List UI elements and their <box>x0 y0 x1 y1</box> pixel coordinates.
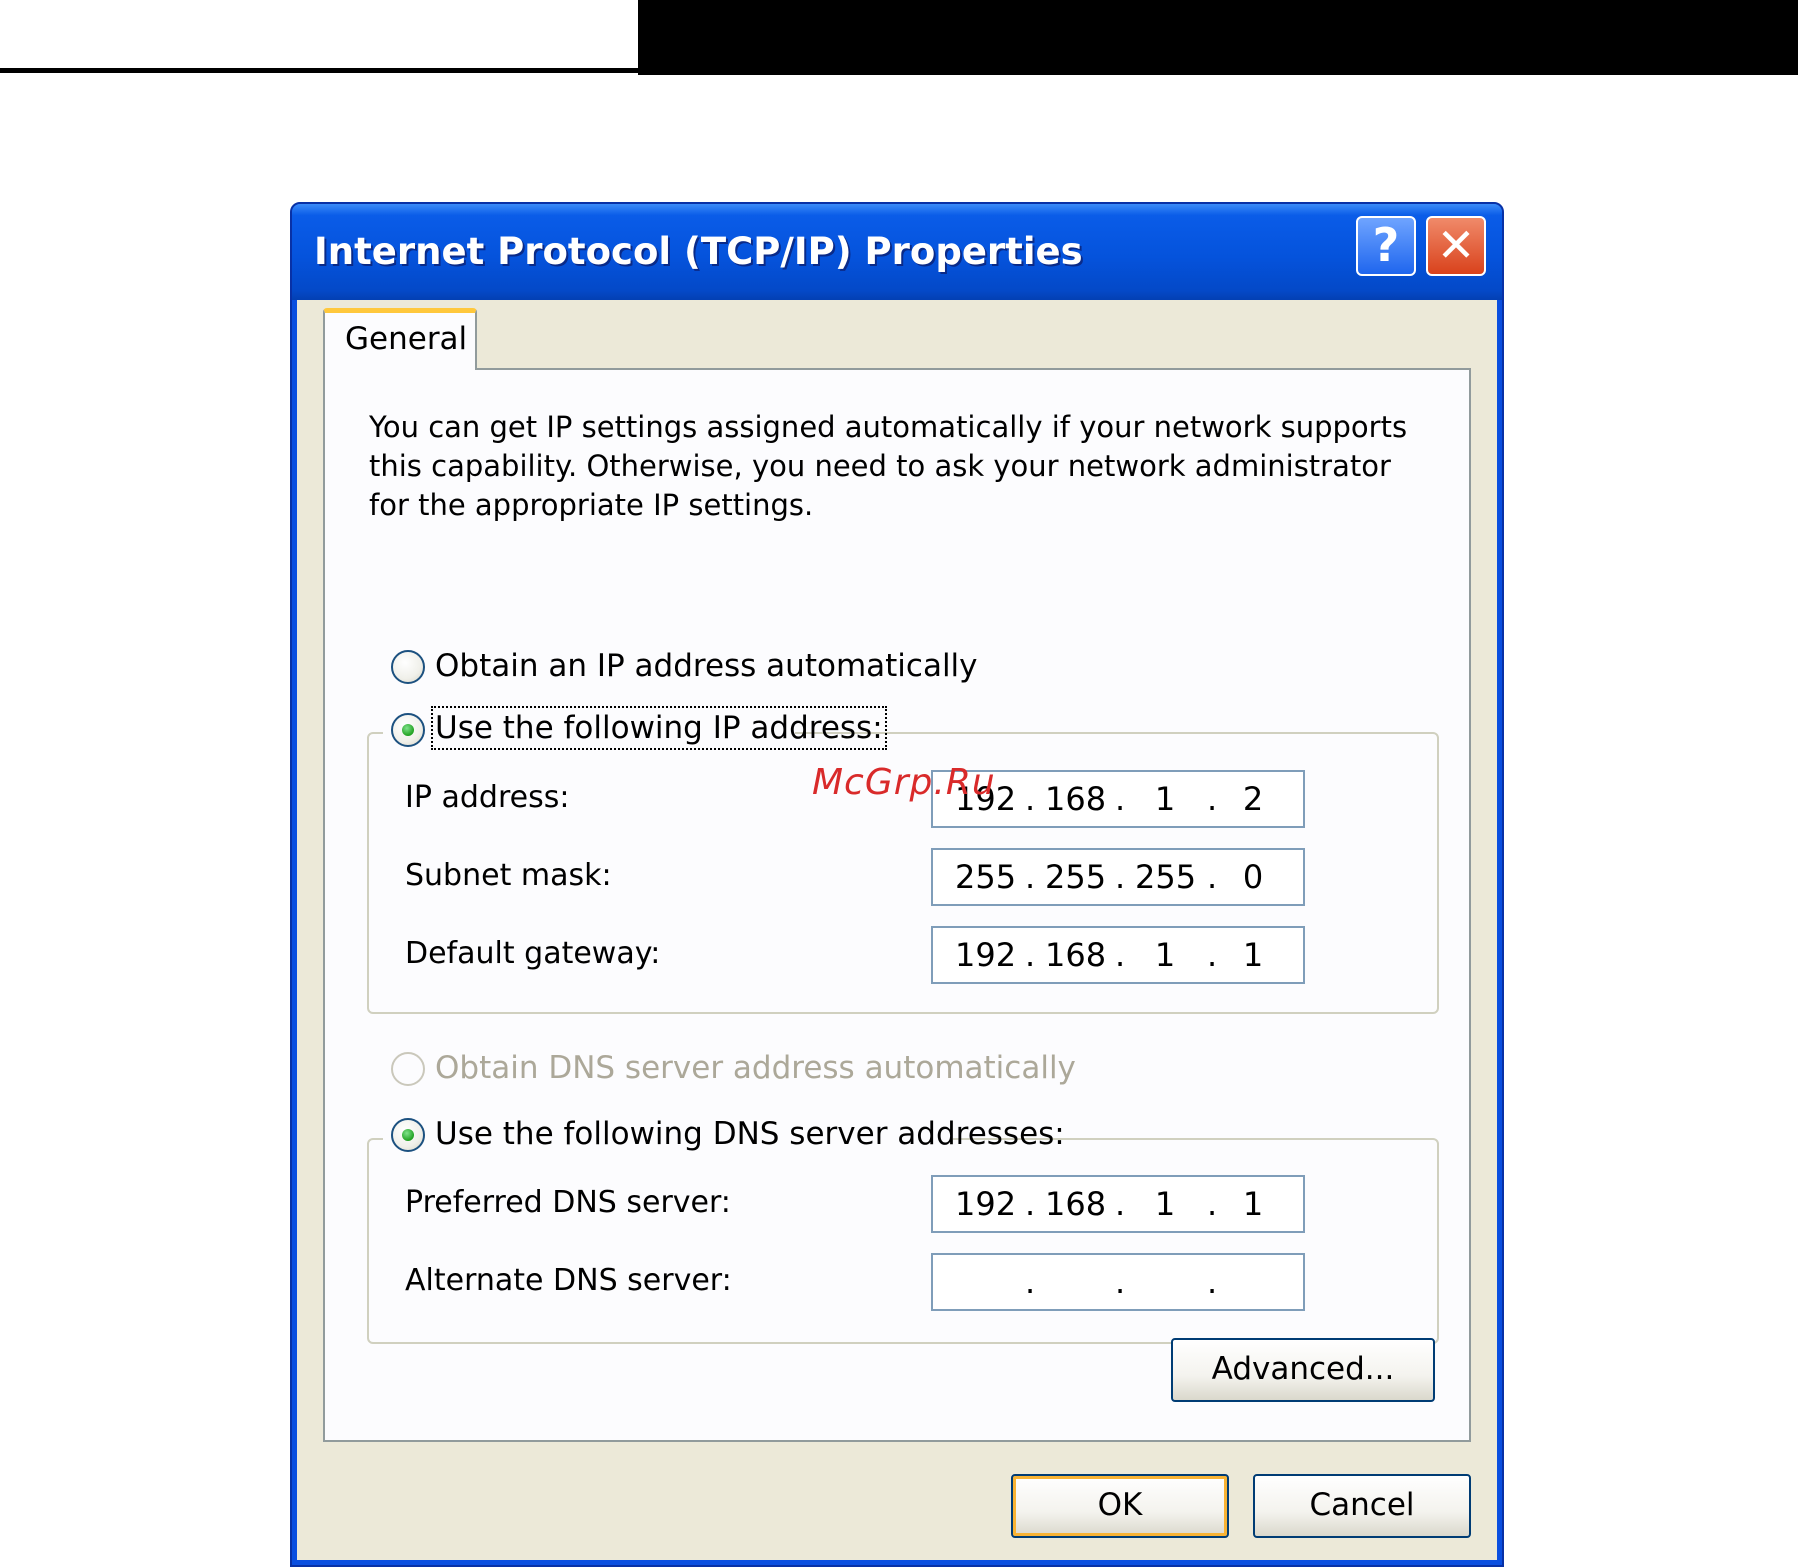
use-following-ip-radio[interactable] <box>391 713 425 747</box>
octet-dot: . <box>1115 858 1126 896</box>
ip-address-label: IP address: <box>405 780 570 815</box>
use-following-dns-radio[interactable] <box>391 1118 425 1152</box>
mask-octet-2: 255 <box>1045 858 1107 896</box>
ip-octet-4: 2 <box>1242 780 1264 818</box>
octet-dot: . <box>1025 1185 1036 1223</box>
dialog-title: Internet Protocol (TCP/IP) Properties <box>314 230 1083 273</box>
octet-dot: . <box>1025 1263 1036 1301</box>
intro-text: You can get IP settings assigned automat… <box>369 410 1408 522</box>
tab-general-label: General <box>345 321 468 357</box>
preferred-dns-field[interactable]: 192 . 168 . 1 . 1 <box>931 1175 1305 1233</box>
preferred-dns-label: Preferred DNS server: <box>405 1185 731 1220</box>
tcpip-properties-dialog: Internet Protocol (TCP/IP) Properties ? … <box>290 202 1504 1567</box>
alternate-dns-label: Alternate DNS server: <box>405 1263 732 1298</box>
advanced-button[interactable]: Advanced... <box>1171 1338 1435 1402</box>
mask-octet-4: 0 <box>1242 858 1264 896</box>
cancel-button[interactable]: Cancel <box>1253 1474 1471 1538</box>
ip-octet-2: 168 <box>1045 780 1107 818</box>
obtain-ip-auto-label[interactable]: Obtain an IP address automatically <box>435 648 978 684</box>
page-header-rule <box>0 68 640 73</box>
gateway-octet-1: 192 <box>955 936 1017 974</box>
default-gateway-label: Default gateway: <box>405 936 661 971</box>
octet-dot: . <box>1115 780 1126 818</box>
page-header-bar <box>638 0 1798 75</box>
close-icon: ✕ <box>1436 218 1476 272</box>
help-button[interactable]: ? <box>1356 216 1416 276</box>
obtain-dns-auto-radio <box>391 1052 425 1086</box>
octet-dot: . <box>1115 1185 1126 1223</box>
title-bar[interactable]: Internet Protocol (TCP/IP) Properties ? … <box>292 204 1502 300</box>
default-gateway-field[interactable]: 192 . 168 . 1 . 1 <box>931 926 1305 984</box>
subnet-mask-field[interactable]: 255 . 255 . 255 . 0 <box>931 848 1305 906</box>
general-tab-panel: You can get IP settings assigned automat… <box>323 368 1471 1442</box>
obtain-dns-auto-label: Obtain DNS server address automatically <box>435 1050 1076 1086</box>
alternate-dns-field[interactable]: . . . <box>931 1253 1305 1311</box>
use-following-ip-label[interactable]: Use the following IP address: <box>431 706 887 750</box>
pdns-octet-4: 1 <box>1242 1185 1264 1223</box>
octet-dot: . <box>1025 780 1036 818</box>
octet-dot: . <box>1025 858 1036 896</box>
gateway-octet-2: 168 <box>1045 936 1107 974</box>
gateway-octet-3: 1 <box>1154 936 1176 974</box>
close-button[interactable]: ✕ <box>1426 216 1486 276</box>
gateway-octet-4: 1 <box>1242 936 1264 974</box>
octet-dot: . <box>1115 1263 1126 1301</box>
subnet-mask-label: Subnet mask: <box>405 858 612 893</box>
octet-dot: . <box>1207 936 1218 974</box>
octet-dot: . <box>1115 936 1126 974</box>
ok-button[interactable]: OK <box>1011 1474 1229 1538</box>
octet-dot: . <box>1207 1263 1218 1301</box>
tab-general[interactable]: General <box>323 308 477 370</box>
use-following-dns-label[interactable]: Use the following DNS server addresses: <box>435 1116 1065 1152</box>
octet-dot: . <box>1025 936 1036 974</box>
octet-dot: . <box>1207 858 1218 896</box>
obtain-ip-auto-radio[interactable] <box>391 650 425 684</box>
dialog-client-area: General You can get IP settings assigned… <box>297 300 1497 1560</box>
mask-octet-3: 255 <box>1135 858 1197 896</box>
dns-server-group <box>367 1138 1439 1344</box>
ip-octet-3: 1 <box>1154 780 1176 818</box>
watermark-text: McGrp.Ru <box>812 762 996 803</box>
octet-dot: . <box>1207 780 1218 818</box>
mask-octet-1: 255 <box>955 858 1017 896</box>
octet-dot: . <box>1207 1185 1218 1223</box>
pdns-octet-3: 1 <box>1154 1185 1176 1223</box>
pdns-octet-2: 168 <box>1045 1185 1107 1223</box>
pdns-octet-1: 192 <box>955 1185 1017 1223</box>
